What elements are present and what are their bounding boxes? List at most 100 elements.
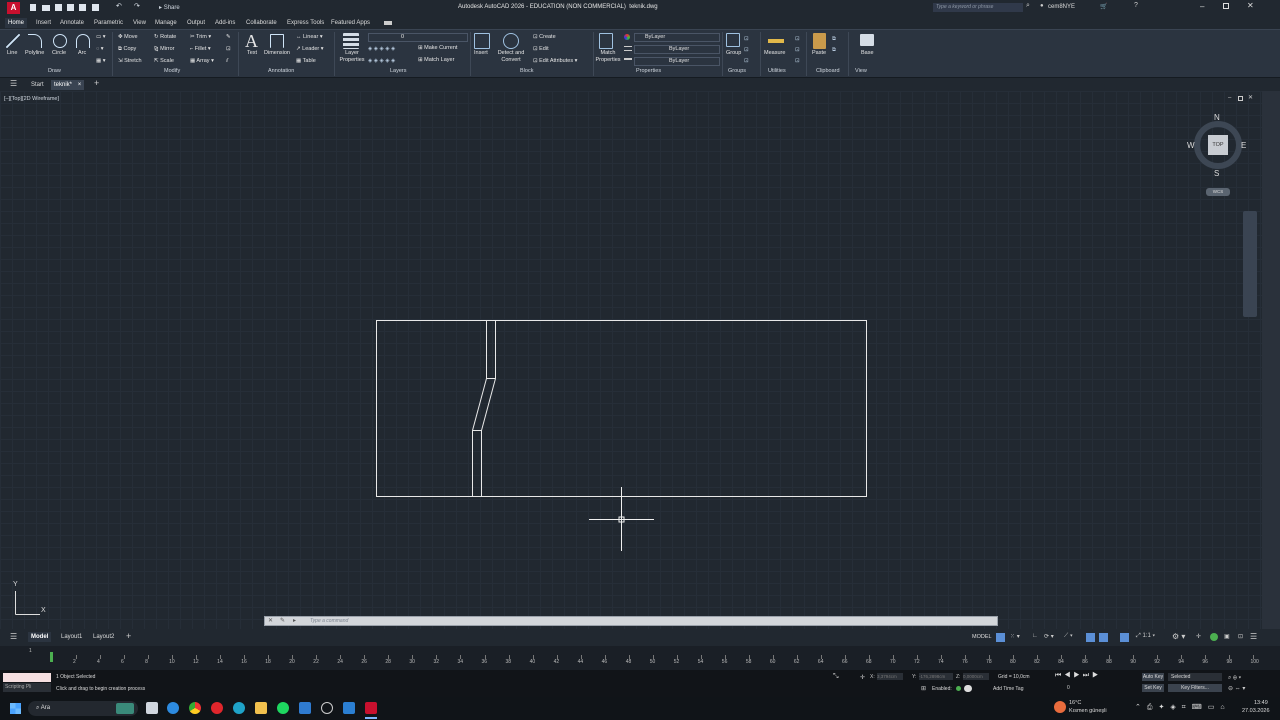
add-layout-icon[interactable]: + xyxy=(126,631,131,641)
paste-icon[interactable] xyxy=(813,33,826,49)
group-icon[interactable] xyxy=(726,33,740,47)
edit-block-button[interactable]: ⊡ Edit xyxy=(533,46,549,53)
tab-teknik[interactable]: teknik* × xyxy=(51,80,85,90)
scale-button[interactable]: ⇱ Scale xyxy=(154,58,174,65)
mirror-button[interactable]: ⧎ Mirror xyxy=(154,46,175,53)
detect-convert-button[interactable]: Detect and Convert xyxy=(494,50,528,64)
search-icon[interactable]: ⌕ xyxy=(1026,2,1030,10)
edge-icon[interactable] xyxy=(167,702,179,714)
new-file-icon[interactable] xyxy=(30,4,36,11)
coord-z-value[interactable]: 0,0000cm xyxy=(963,673,989,680)
layer-properties-button[interactable]: Layer Properties xyxy=(337,50,367,64)
clipboard-panel-label[interactable]: Clipboard xyxy=(816,68,840,76)
outer-rectangle[interactable] xyxy=(376,320,867,497)
tab-parametric[interactable]: Parametric xyxy=(91,18,126,28)
layout-menu-icon[interactable]: ☰ xyxy=(10,632,17,641)
file-explorer-icon[interactable] xyxy=(255,702,267,714)
erase-icon[interactable]: ✎ xyxy=(226,34,231,41)
cart-icon[interactable]: 🛒 xyxy=(1100,3,1107,10)
match-layer-button[interactable]: ⊞ Match Layer xyxy=(418,57,454,64)
text-icon[interactable]: A xyxy=(245,31,258,52)
trim-button[interactable]: ✂ Trim ▾ xyxy=(190,34,211,41)
annotation-scale-icon[interactable]: ⤢ 1:1 ▾ xyxy=(1136,633,1155,640)
tab-featured-apps[interactable]: Featured Apps xyxy=(328,18,373,28)
array-button[interactable]: ▦ Array ▾ xyxy=(190,58,214,65)
match-properties-button[interactable]: Match Properties xyxy=(594,50,622,64)
share-button[interactable]: ▸ Share xyxy=(159,4,180,11)
polyline-icon[interactable] xyxy=(28,34,42,48)
annotation-visibility-icon[interactable] xyxy=(1120,633,1129,642)
dimension-button[interactable]: Dimension xyxy=(264,50,290,57)
key-filters-button[interactable]: Key Filters... xyxy=(1168,684,1222,692)
new-tab-icon[interactable]: + xyxy=(94,78,99,88)
clock-time[interactable]: 13:49 xyxy=(1254,700,1268,706)
coord-y-value[interactable]: -176,2898cm xyxy=(919,673,953,680)
slot-line-right[interactable] xyxy=(481,320,496,497)
app-menu-button[interactable]: A xyxy=(7,2,20,14)
search-highlight-icon[interactable] xyxy=(116,703,134,714)
region-icon[interactable]: ▦ ▾ xyxy=(96,58,106,64)
chrome-icon[interactable] xyxy=(189,702,201,714)
command-close-icon[interactable]: ✕ xyxy=(268,617,273,624)
tab-express-tools[interactable]: Express Tools xyxy=(284,18,327,28)
block-panel-label[interactable]: Block xyxy=(520,68,533,76)
ortho-icon[interactable]: ∟ xyxy=(1032,633,1038,639)
system-tray-icons[interactable]: ⌃⎙✦◈⌗⌨▭⌂ xyxy=(1135,703,1231,712)
help-icon[interactable]: ? xyxy=(1134,2,1138,9)
animation-timeline[interactable]: 1 2 4 6 8 10 12 14 16 18 20 22 24 26 28 30 32 34 36 38 40 42… xyxy=(0,646,1280,670)
copy-button[interactable]: ⧉ Copy xyxy=(118,46,136,53)
snap-mode-icon[interactable]: ⁙ ▾ xyxy=(1010,633,1020,640)
minimize-button[interactable]: – xyxy=(1200,2,1204,11)
redo-icon[interactable]: ↷ xyxy=(134,2,140,10)
lineweight-dropdown[interactable]: ByLayer xyxy=(634,57,720,66)
linear-button[interactable]: ↔ Linear ▾ xyxy=(296,34,323,41)
layers-panel-label[interactable]: Layers xyxy=(390,68,407,76)
clock-date[interactable]: 27.03.2026 xyxy=(1242,708,1270,714)
user-icon[interactable]: ● xyxy=(1040,3,1044,9)
line-button[interactable]: Line xyxy=(7,50,17,57)
paste-button[interactable]: Paste xyxy=(812,50,826,57)
hardware-accel-icon[interactable] xyxy=(1210,633,1218,641)
detect-convert-icon[interactable] xyxy=(503,33,519,49)
timeline-tools-icons[interactable]: ⌕ ⊕ ▾ ⊖ ⇔ ▾ xyxy=(1228,673,1245,695)
circle-icon[interactable] xyxy=(53,34,67,48)
explode-icon[interactable]: ⊡ xyxy=(226,46,231,53)
color-dropdown[interactable]: ByLayer xyxy=(634,33,720,42)
workspace-gear-icon[interactable]: ⚙ ▾ xyxy=(1172,632,1185,641)
enabled-toggle[interactable] xyxy=(964,685,972,692)
add-time-tag-button[interactable]: Add Time Tag xyxy=(993,686,1023,692)
weather-description[interactable]: Kısmen güneşli xyxy=(1069,708,1107,714)
task-view-icon[interactable] xyxy=(146,702,158,714)
weather-temp[interactable]: 16°C xyxy=(1069,700,1081,706)
command-history-icon[interactable]: ▸ xyxy=(293,617,296,624)
object-snap-icon[interactable] xyxy=(1086,633,1095,642)
groups-panel-label[interactable]: Groups xyxy=(728,68,746,76)
help-search-input[interactable]: Type a keyword or phrase xyxy=(933,3,1023,12)
close-tab-icon[interactable]: × xyxy=(78,82,82,88)
command-settings-icon[interactable]: ✎ xyxy=(280,617,285,624)
tab-view[interactable]: View xyxy=(130,18,149,28)
isodraft-icon[interactable]: ⟋ ▾ xyxy=(1064,633,1073,640)
tab-collaborate[interactable]: Collaborate xyxy=(243,18,280,28)
command-input[interactable]: Type a command xyxy=(310,618,348,624)
close-button[interactable]: ✕ xyxy=(1247,1,1254,10)
undo-icon[interactable]: ↶ xyxy=(116,2,122,10)
measure-icon[interactable] xyxy=(768,39,784,43)
web-mobile-icon[interactable] xyxy=(79,4,86,11)
linetype-dropdown[interactable]: ByLayer xyxy=(634,45,720,54)
utilities-panel-label[interactable]: Utilities xyxy=(768,68,786,76)
hamburger-menu-icon[interactable]: ☰ xyxy=(10,79,17,88)
tab-insert[interactable]: Insert xyxy=(33,18,54,28)
model-space-button[interactable]: MODEL xyxy=(972,634,992,640)
lineweight-toggle-icon[interactable] xyxy=(1099,633,1108,642)
slot-line-left[interactable] xyxy=(472,320,487,497)
scripting-plugin-button[interactable]: Scripting Pli xyxy=(3,683,51,692)
move-button[interactable]: ✥ Move xyxy=(118,34,138,41)
hatch-icon[interactable]: ◌ ▾ xyxy=(96,46,104,52)
app-icon[interactable] xyxy=(299,702,311,714)
table-button[interactable]: ▦ Table xyxy=(296,58,316,65)
tab-home[interactable]: Home xyxy=(5,18,28,28)
make-current-button[interactable]: ⊞ Make Current xyxy=(418,45,457,52)
windows-start-icon[interactable] xyxy=(10,703,21,714)
ribbon-toggle-icon[interactable] xyxy=(384,21,392,25)
